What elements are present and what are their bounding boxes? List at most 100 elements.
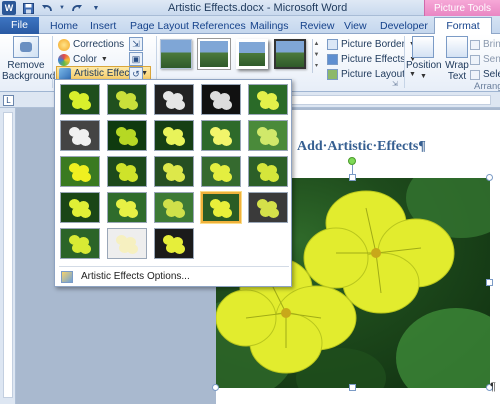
artistic-effect-thumb[interactable]	[60, 120, 100, 151]
send-backward-button[interactable]: Send	[470, 53, 500, 66]
artistic-effects-icon	[59, 67, 71, 80]
selection-pane-label: Selec	[483, 69, 500, 80]
flower-icon	[163, 198, 185, 218]
artistic-effect-thumb[interactable]	[201, 156, 241, 187]
picture-style-thumb[interactable]	[198, 39, 230, 69]
artistic-effect-thumb[interactable]	[201, 120, 241, 151]
chevron-down-icon: ▼	[100, 56, 108, 63]
wrap-text-button[interactable]: Wrap Text	[440, 36, 474, 86]
artistic-effect-thumb[interactable]	[154, 228, 194, 259]
artistic-effect-thumb[interactable]	[60, 228, 100, 259]
flower-icon	[163, 234, 185, 254]
artistic-effect-thumb[interactable]	[107, 84, 147, 115]
tab-format[interactable]: Format	[434, 17, 492, 34]
tab-insert[interactable]: Insert	[84, 18, 122, 34]
artistic-effect-thumb[interactable]	[248, 84, 288, 115]
flower-icon	[163, 126, 185, 146]
dropdown-arrow-icon[interactable]: ▼	[59, 1, 65, 15]
flower-icon	[210, 126, 232, 146]
tab-mailings[interactable]: Mailings	[244, 18, 295, 34]
resize-handle-top-right[interactable]	[486, 174, 493, 181]
tab-page-layout[interactable]: Page Layout	[124, 18, 195, 34]
paragraph-mark: ¶	[490, 381, 496, 393]
menu-separator	[59, 266, 289, 267]
compress-pictures-icon[interactable]: ⇲	[129, 37, 143, 51]
picture-style-thumb[interactable]	[236, 39, 268, 69]
artistic-effects-options-item[interactable]: Artistic Effects Options...	[59, 268, 289, 285]
flower-icon	[257, 162, 279, 182]
remove-background-icon	[13, 36, 39, 58]
document-heading[interactable]: Add·Artistic·Effects¶	[297, 139, 426, 155]
wrap-text-icon	[446, 36, 468, 58]
ribbon-tabs: File Home Insert Page Layout References …	[0, 16, 500, 34]
flower-icon	[69, 162, 91, 182]
picture-style-thumb[interactable]	[160, 39, 192, 69]
flower-icon	[210, 198, 232, 218]
tab-view[interactable]: View	[338, 18, 373, 34]
picture-style-thumb[interactable]	[274, 39, 306, 69]
gallery-scroll[interactable]: ▲ ▼ ▾	[312, 39, 320, 73]
position-label: Position	[406, 60, 442, 71]
artistic-effect-thumb[interactable]	[107, 192, 147, 223]
word-logo-icon[interactable]: W	[2, 1, 16, 15]
picture-layout-label: Picture Layout	[341, 68, 405, 80]
artistic-effect-thumb[interactable]	[248, 156, 288, 187]
picture-tools-context-header: Picture Tools	[424, 0, 500, 17]
group-separator	[404, 36, 405, 88]
bring-forward-icon	[470, 39, 480, 50]
artistic-effect-thumb[interactable]	[154, 156, 194, 187]
tab-selector-icon[interactable]: L	[3, 95, 14, 106]
picture-layout-button[interactable]: Picture Layout ▼	[327, 67, 416, 81]
picture-effects-button[interactable]: Picture Effects ▼	[327, 52, 416, 66]
position-button[interactable]: Position ▼	[406, 36, 442, 86]
picture-border-button[interactable]: Picture Border▼	[327, 37, 416, 51]
bring-forward-button[interactable]: Bring	[470, 38, 500, 51]
flower-icon	[257, 198, 279, 218]
resize-handle-top[interactable]	[349, 174, 356, 181]
remove-background-button[interactable]: Remove Background	[2, 36, 56, 88]
flower-icon	[210, 162, 232, 182]
redo-icon[interactable]	[70, 1, 84, 15]
tab-review[interactable]: Review	[294, 18, 340, 34]
flower-icon	[69, 126, 91, 146]
artistic-effects-options-label: Artistic Effects Options...	[81, 271, 190, 282]
artistic-effect-thumb[interactable]	[201, 84, 241, 115]
tab-file[interactable]: File	[0, 17, 39, 34]
undo-icon[interactable]	[40, 1, 54, 15]
rotation-handle[interactable]	[348, 157, 356, 165]
artistic-effect-thumb[interactable]	[107, 120, 147, 151]
flower-icon	[257, 90, 279, 110]
artistic-effect-thumb[interactable]	[60, 84, 100, 115]
artistic-effects-dropdown: Artistic Effects Options...	[54, 79, 292, 287]
dialog-launcher-icon[interactable]: ⇲	[392, 80, 398, 88]
artistic-effect-thumb[interactable]	[107, 156, 147, 187]
artistic-effect-thumb[interactable]	[248, 120, 288, 151]
picture-styles-gallery	[160, 39, 314, 73]
selection-pane-button[interactable]: Selec	[470, 68, 500, 81]
customize-qat-icon[interactable]: ▼	[89, 1, 103, 15]
artistic-effect-thumb[interactable]	[248, 192, 288, 223]
resize-handle-right[interactable]	[486, 279, 493, 286]
artistic-effect-thumb[interactable]	[201, 192, 241, 223]
color-button[interactable]: Color ▼	[56, 52, 110, 67]
artistic-effect-thumb[interactable]	[60, 156, 100, 187]
resize-handle-bottom[interactable]	[349, 384, 356, 391]
artistic-effect-thumb[interactable]	[154, 84, 194, 115]
tab-home[interactable]: Home	[44, 18, 84, 34]
artistic-effect-thumb[interactable]	[154, 120, 194, 151]
artistic-effects-label: Artistic Effects	[74, 68, 138, 79]
arrange-group-label: Arrange	[474, 81, 500, 92]
vertical-ruler[interactable]	[0, 108, 16, 404]
tab-developer[interactable]: Developer	[374, 18, 434, 34]
resize-handle-bottom-left[interactable]	[212, 384, 219, 391]
save-icon[interactable]	[21, 1, 35, 15]
artistic-effect-thumb[interactable]	[60, 192, 100, 223]
remove-background-label: Remove Background	[2, 60, 56, 82]
group-separator	[52, 36, 53, 88]
picture-border-label: Picture Border	[341, 38, 405, 50]
artistic-effect-thumb[interactable]	[107, 228, 147, 259]
tab-references[interactable]: References	[186, 18, 252, 34]
artistic-effect-thumb[interactable]	[154, 192, 194, 223]
change-picture-icon[interactable]: ▣	[129, 52, 143, 66]
corrections-button[interactable]: Corrections▼	[56, 37, 137, 52]
